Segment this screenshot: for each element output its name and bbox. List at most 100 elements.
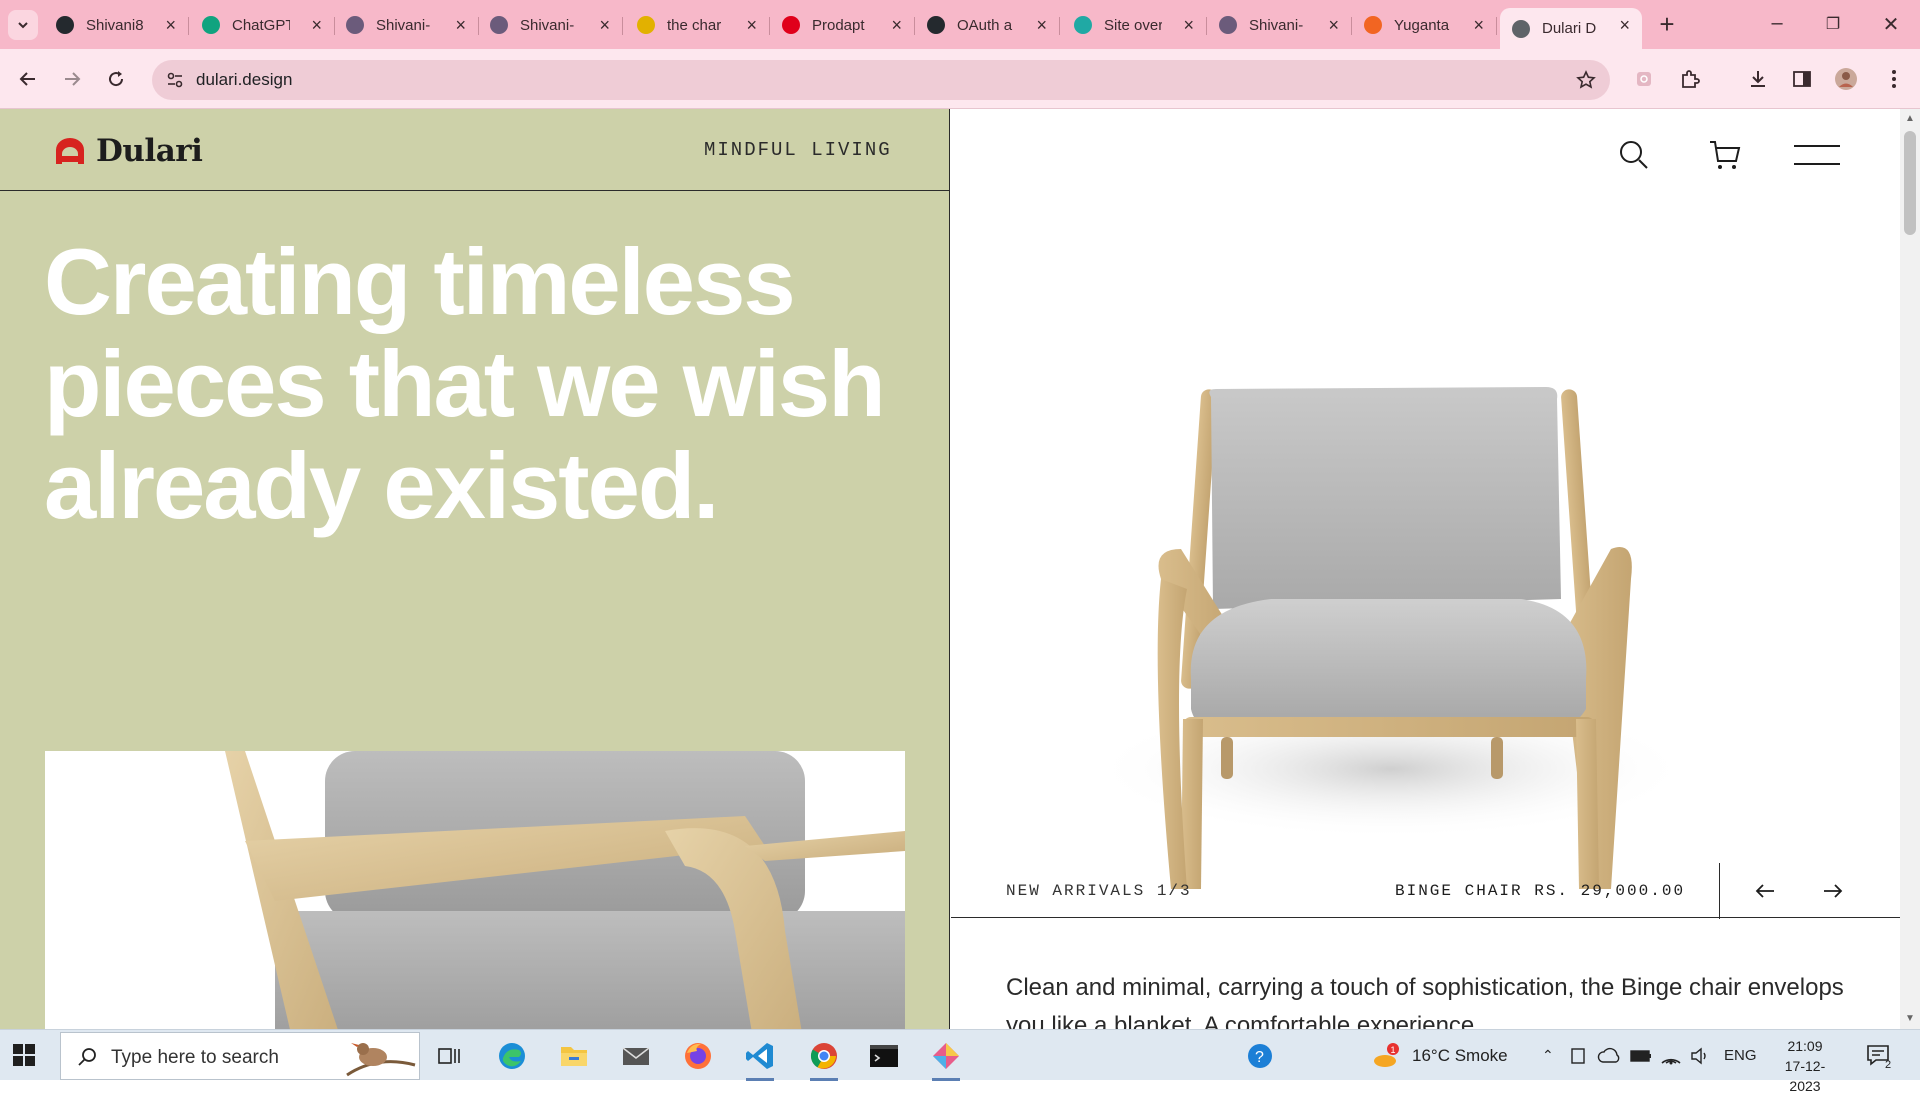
system-clock[interactable]: 21:09 17-12-2023 [1770,1036,1840,1096]
language-indicator[interactable]: ENG [1724,1047,1757,1064]
close-tab-icon[interactable]: × [1036,15,1047,36]
close-tab-icon[interactable]: × [599,15,610,36]
profile-avatar[interactable] [1830,63,1862,95]
minimize-icon[interactable]: – [1762,12,1792,35]
arrow-left-icon [19,72,35,86]
close-tab-icon[interactable]: × [746,15,757,36]
site-logo[interactable]: Dulari [54,133,203,169]
wifi-icon[interactable] [1658,1039,1684,1073]
github-icon [56,16,74,34]
battery-icon-glyph [1630,1050,1651,1062]
close-tab-icon[interactable]: × [1619,15,1630,36]
product-name-price[interactable]: BINGE CHAIR RS. 29,000.00 [1395,882,1685,900]
close-tab-icon[interactable]: × [1183,15,1194,36]
avatar-icon [1835,68,1857,90]
browser-tab[interactable]: ChatGPT × [190,8,335,42]
new-tab-button[interactable]: + [1652,10,1682,40]
close-tab-icon[interactable]: × [311,15,322,36]
cart-icon [1710,141,1741,169]
browser-tab[interactable]: Prodapt × [770,8,915,42]
address-bar[interactable]: dulari.design [152,60,1610,100]
close-window-icon[interactable]: ✕ [1876,12,1906,37]
chevron-up-icon[interactable]: ⌃ [1542,1047,1554,1064]
task-view-button[interactable] [431,1039,467,1073]
windows-start-icon[interactable] [12,1043,36,1067]
browser-tab[interactable]: Shivani- × [334,8,479,42]
help-icon: ? [1248,1044,1272,1068]
chair-closeup-illustration [225,751,905,1029]
puzzle-icon [1682,70,1700,88]
product-description: Clean and minimal, carrying a touch of s… [1006,974,1844,1029]
app-button[interactable] [928,1039,964,1081]
close-tab-icon[interactable]: × [891,15,902,36]
weather-badge-count: 1 [1391,1045,1396,1055]
edge-taskbar-button[interactable] [494,1039,530,1073]
tab-strip: Shivani8 × ChatGPT × Shivani- × Shivani- × the c… [0,0,1920,49]
scroll-thumb[interactable] [1904,131,1916,235]
mail-button[interactable] [618,1039,654,1073]
page-scrollbar[interactable]: ▲ ▼ [1900,109,1920,1029]
previous-product-button[interactable] [1745,875,1785,907]
forward-button[interactable] [56,63,88,95]
tab-title: Yuganta [1394,16,1450,34]
file-explorer-button[interactable] [556,1039,592,1073]
bookmark-star-icon[interactable] [1576,70,1596,90]
downloads-button[interactable] [1742,63,1774,95]
taskbar-search-placeholder: Type here to search [111,1047,279,1068]
side-panel-button[interactable] [1786,63,1818,95]
close-tab-icon[interactable]: × [165,15,176,36]
onedrive-icon[interactable] [1596,1039,1622,1073]
close-tab-icon[interactable]: × [1328,15,1339,36]
bird-search-highlight-icon [346,1043,416,1077]
terminal-button[interactable] [866,1039,902,1073]
svg-text:?: ? [1255,1049,1264,1066]
scroll-up-icon[interactable]: ▲ [1905,113,1915,124]
chevron-down-icon [18,22,28,29]
clock-time: 21:09 [1787,1038,1823,1054]
folder-icon [561,1047,587,1066]
featured-chair-image[interactable] [1091,249,1691,893]
weather-widget-icon[interactable]: 1 [1368,1039,1404,1073]
globe-icon [1512,19,1530,38]
chrome-menu-button[interactable] [1878,63,1910,95]
hamburger-menu-icon [1794,145,1840,165]
next-product-button[interactable] [1813,875,1853,907]
taskbar-search-box[interactable]: Type here to search [60,1032,420,1080]
chrome-button[interactable] [806,1039,842,1081]
help-button[interactable]: ? [1242,1039,1278,1073]
search-button[interactable] [1614,135,1654,175]
tab-title: Shivani8 [86,16,144,34]
restore-icon[interactable]: ❐ [1818,14,1848,34]
cart-button[interactable] [1705,135,1745,175]
browser-tab[interactable]: Dulari D × [1500,8,1642,49]
site-info-icon[interactable] [166,71,184,89]
close-tab-icon[interactable]: × [455,15,466,36]
tab-search-button[interactable] [8,10,38,40]
browser-tab[interactable]: Yuganta × [1352,8,1497,42]
url-text[interactable]: dulari.design [196,70,292,90]
browser-tab[interactable]: Shivani- × [1207,8,1352,42]
info-bar-divider [1719,863,1720,919]
scroll-down-icon[interactable]: ▼ [1905,1013,1915,1024]
extensions-button[interactable] [1674,63,1706,95]
battery-icon[interactable] [1628,1039,1654,1073]
action-center-button[interactable]: 2 [1862,1039,1898,1073]
browser-tab[interactable]: Site over × [1062,8,1207,42]
extension-icon[interactable] [1628,63,1660,95]
volume-icon[interactable] [1688,1039,1714,1073]
hero-panel: Dulari MINDFUL LIVING Creating timeless … [0,109,950,1029]
weather-text[interactable]: 16°C Smoke [1412,1046,1508,1066]
browser-tab[interactable]: Shivani8 × [44,8,189,42]
menu-button[interactable] [1793,135,1841,175]
reload-button[interactable] [100,63,132,95]
vscode-button[interactable] [742,1039,778,1081]
wifi-icon-glyph [1661,1058,1681,1065]
meet-icon[interactable] [1568,1039,1588,1073]
new-arrivals-counter: NEW ARRIVALS 1/3 [1006,882,1192,900]
browser-tab[interactable]: Shivani- × [478,8,623,42]
back-button[interactable] [12,63,44,95]
firefox-button[interactable] [680,1039,716,1073]
close-tab-icon[interactable]: × [1473,15,1484,36]
browser-tab[interactable]: the char × [625,8,770,42]
browser-tab[interactable]: OAuth a × [915,8,1060,42]
